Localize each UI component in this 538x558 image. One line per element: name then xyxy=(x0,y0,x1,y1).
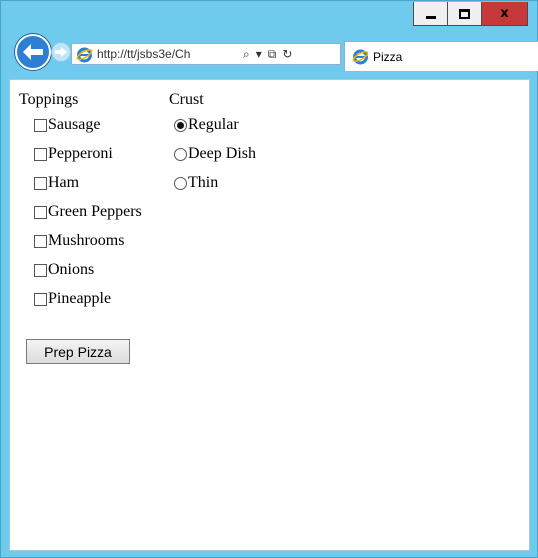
topping-option[interactable]: Pineapple xyxy=(19,289,142,318)
topping-label[interactable]: Mushrooms xyxy=(48,232,124,250)
chevron-down-icon[interactable]: ▾ xyxy=(256,47,262,61)
topping-checkbox[interactable] xyxy=(34,148,47,161)
maximize-button[interactable] xyxy=(447,2,481,26)
topping-option[interactable]: Sausage xyxy=(19,115,142,144)
tab-pizza[interactable]: Pizza xyxy=(344,41,538,71)
internet-explorer-icon xyxy=(76,47,93,62)
topping-option[interactable]: Ham xyxy=(19,173,142,202)
forward-button[interactable] xyxy=(51,42,71,62)
topping-checkbox[interactable] xyxy=(34,264,47,277)
crust-radio[interactable] xyxy=(174,148,187,161)
crust-label[interactable]: Deep Dish xyxy=(188,145,256,163)
crust-label[interactable]: Regular xyxy=(188,116,239,134)
toppings-heading: Toppings xyxy=(19,91,79,108)
tab-internet-explorer-icon xyxy=(352,49,369,65)
minimize-icon xyxy=(425,16,436,19)
close-icon: x xyxy=(500,6,509,21)
topping-label[interactable]: Green Peppers xyxy=(48,203,142,221)
topping-checkbox[interactable] xyxy=(34,177,47,190)
url-text[interactable]: http://tt/jsbs3e/Ch xyxy=(97,47,237,61)
crust-option[interactable]: Thin xyxy=(169,173,256,202)
refresh-icon[interactable]: ↻ xyxy=(282,47,292,61)
topping-option[interactable]: Green Peppers xyxy=(19,202,142,231)
close-button[interactable]: x xyxy=(481,2,528,26)
address-bar[interactable]: http://tt/jsbs3e/Ch ⌕ ▾ ⧉ ↻ xyxy=(71,43,341,65)
compatibility-view-icon[interactable]: ⧉ xyxy=(268,47,277,62)
topping-option[interactable]: Pepperoni xyxy=(19,144,142,173)
back-arrow-icon xyxy=(23,44,43,60)
crust-heading: Crust xyxy=(169,91,204,108)
crust-radio[interactable] xyxy=(174,177,187,190)
topping-label[interactable]: Onions xyxy=(48,261,94,279)
browser-window: x http://tt/jsbs3e/Ch ⌕ ▾ ⧉ ↻ Pizza Topp… xyxy=(0,0,538,558)
search-icon[interactable]: ⌕ xyxy=(243,47,250,62)
topping-label[interactable]: Pepperoni xyxy=(48,145,113,163)
prep-pizza-button[interactable]: Prep Pizza xyxy=(26,339,130,364)
topping-option[interactable]: Mushrooms xyxy=(19,231,142,260)
toppings-column: Toppings Sausage Pepperoni Ham Green Pep… xyxy=(19,91,142,318)
topping-checkbox[interactable] xyxy=(34,206,47,219)
topping-option[interactable]: Onions xyxy=(19,260,142,289)
topping-checkbox[interactable] xyxy=(34,293,47,306)
topping-label[interactable]: Pineapple xyxy=(48,290,111,308)
topping-checkbox[interactable] xyxy=(34,119,47,132)
crust-option[interactable]: Regular xyxy=(169,115,256,144)
topping-label[interactable]: Sausage xyxy=(48,116,100,134)
crust-label[interactable]: Thin xyxy=(188,174,218,192)
topping-label[interactable]: Ham xyxy=(48,174,79,192)
minimize-button[interactable] xyxy=(413,2,447,26)
maximize-icon xyxy=(459,8,470,19)
crust-radio[interactable] xyxy=(174,119,187,132)
crust-column: Crust Regular Deep Dish Thin xyxy=(169,91,256,202)
tab-title: Pizza xyxy=(373,49,403,64)
crust-option[interactable]: Deep Dish xyxy=(169,144,256,173)
forward-arrow-icon xyxy=(55,47,67,57)
topping-checkbox[interactable] xyxy=(34,235,47,248)
back-button[interactable] xyxy=(15,34,51,70)
